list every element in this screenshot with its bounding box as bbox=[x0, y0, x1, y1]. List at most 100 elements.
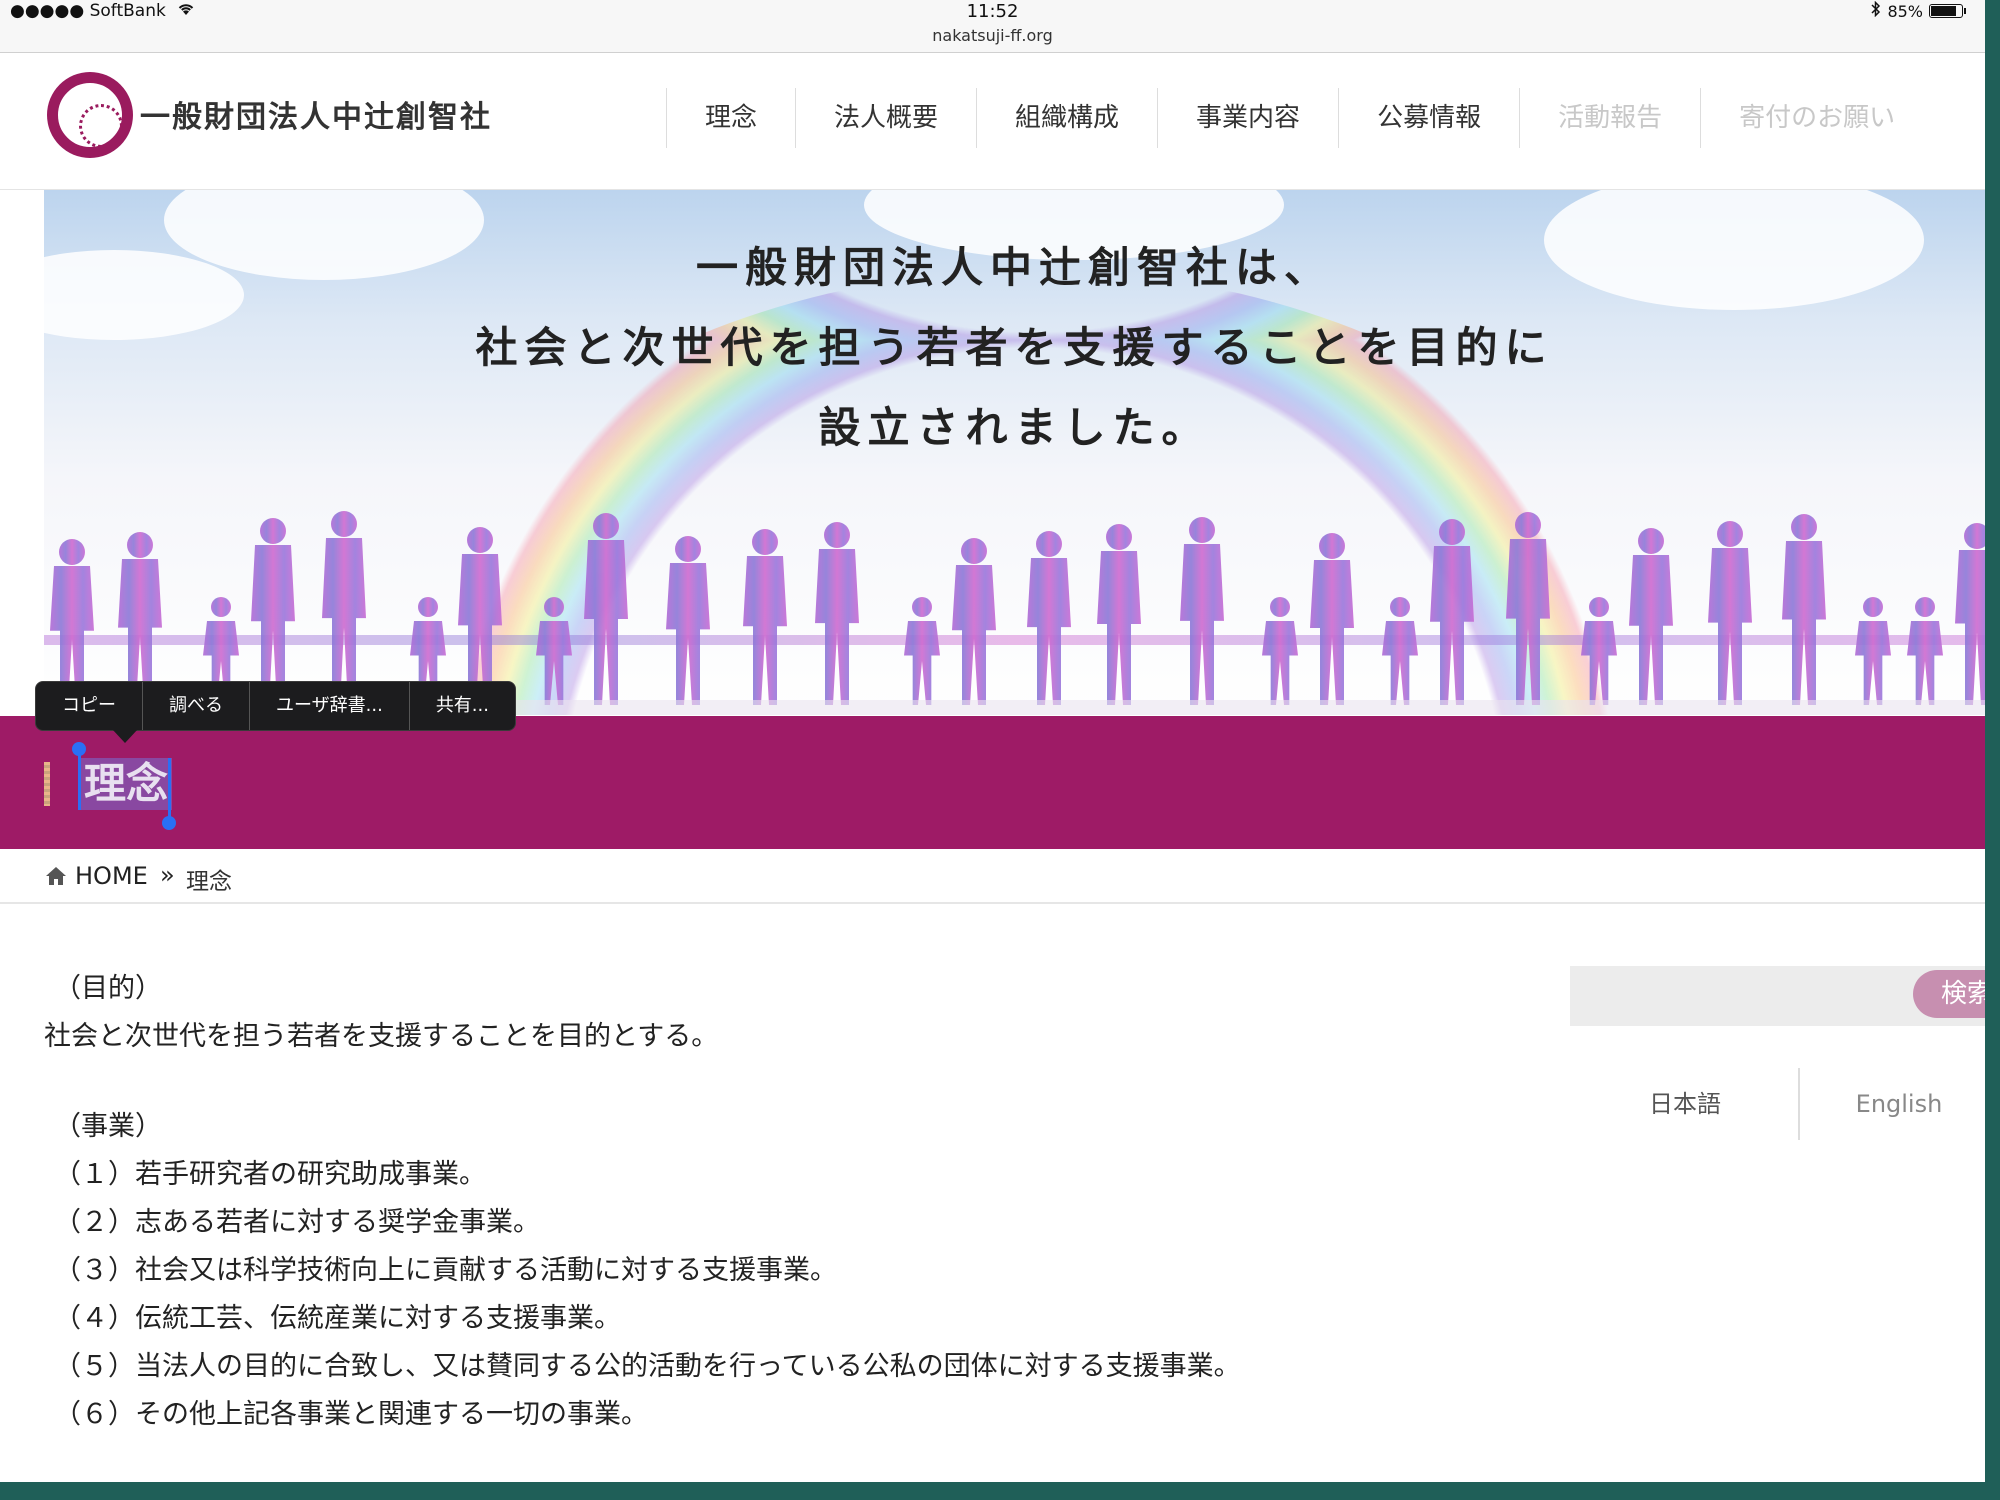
nav-item-philosophy[interactable]: 理念 bbox=[666, 88, 795, 148]
person-silhouette bbox=[1382, 621, 1418, 705]
person-head bbox=[912, 597, 932, 617]
language-japanese-link[interactable]: 日本語 bbox=[1570, 1068, 1800, 1140]
language-english-link[interactable]: English bbox=[1798, 1068, 1985, 1140]
status-bar: ●●●●● SoftBank 11:52 nakatsuji-ff.org 85… bbox=[0, 0, 1985, 53]
person-silhouette bbox=[904, 621, 940, 705]
person-head bbox=[961, 538, 987, 564]
page-title[interactable]: 理念 bbox=[80, 758, 173, 810]
person-silhouette bbox=[1310, 560, 1354, 705]
text-selection-menu: コピー 調べる ユーザ辞書... 共有... bbox=[35, 681, 516, 731]
address-bar-url[interactable]: nakatsuji-ff.org bbox=[0, 26, 1985, 45]
person-head bbox=[1439, 519, 1465, 545]
person-silhouette bbox=[536, 621, 572, 705]
person-silhouette bbox=[1097, 551, 1141, 705]
business-item: （５）当法人の目的に合致し、又は賛同する公的活動を行っている公私の団体に対する支… bbox=[54, 1351, 1241, 1382]
look-up-button[interactable]: 調べる bbox=[143, 682, 250, 730]
user-dictionary-button[interactable]: ユーザ辞書... bbox=[250, 682, 410, 730]
business-item: （２）志ある若者に対する奨学金事業。 bbox=[54, 1207, 540, 1238]
person-silhouette bbox=[322, 538, 366, 705]
main-content: （目的） 社会と次世代を担う若者を支援することを目的とする。 （事業） （１）若… bbox=[44, 965, 1444, 1439]
nav-item-business[interactable]: 事業内容 bbox=[1157, 88, 1338, 148]
purpose-text: 社会と次世代を担う若者を支援することを目的とする。 bbox=[44, 1021, 719, 1052]
person-head bbox=[1106, 524, 1132, 550]
person-head bbox=[1638, 528, 1664, 554]
hero-banner: 一般財団法人中辻創智社は、 社会と次世代を担う若者を支援することを目的に 設立さ… bbox=[44, 190, 1985, 715]
selection-end-handle[interactable] bbox=[168, 758, 171, 820]
person-silhouette bbox=[584, 540, 628, 705]
person-head bbox=[675, 536, 701, 562]
selection-start-dot[interactable] bbox=[72, 742, 86, 756]
business-item: （４）伝統工芸、伝統産業に対する支援事業。 bbox=[54, 1303, 621, 1334]
menu-pointer bbox=[112, 729, 138, 743]
browser-screen: ●●●●● SoftBank 11:52 nakatsuji-ff.org 85… bbox=[0, 0, 1985, 1482]
person-head bbox=[1189, 517, 1215, 543]
person-head bbox=[752, 529, 778, 555]
person-silhouette bbox=[1855, 621, 1891, 705]
clock: 11:52 bbox=[966, 1, 1019, 22]
person-silhouette bbox=[1955, 550, 1985, 705]
person-head bbox=[1589, 597, 1609, 617]
purpose-heading: （目的） bbox=[54, 973, 162, 1004]
battery-fill bbox=[1931, 6, 1956, 16]
search-button[interactable]: 検索 bbox=[1913, 970, 1985, 1018]
business-item: （１）若手研究者の研究助成事業。 bbox=[54, 1159, 486, 1190]
person-silhouette bbox=[1708, 548, 1752, 705]
page-title-band bbox=[0, 716, 1985, 849]
person-silhouette bbox=[1581, 621, 1617, 705]
person-head bbox=[1915, 597, 1935, 617]
person-head bbox=[593, 513, 619, 539]
person-head bbox=[824, 522, 850, 548]
site-header: 一般財団法人中辻創智社 理念 法人概要 組織構成 事業内容 公募情報 活動報告 … bbox=[0, 54, 1985, 190]
person-silhouette bbox=[1506, 539, 1550, 705]
breadcrumb-separator: » bbox=[160, 861, 175, 889]
hero-message: 一般財団法人中辻創智社は、 社会と次世代を担う若者を支援することを目的に 設立さ… bbox=[44, 228, 1985, 468]
person-head bbox=[1791, 514, 1817, 540]
nav-item-donation[interactable]: 寄付のお願い bbox=[1700, 88, 1933, 148]
breadcrumb-home-link[interactable]: HOME bbox=[75, 862, 148, 890]
person-silhouette bbox=[1782, 541, 1826, 705]
person-silhouette bbox=[1629, 555, 1673, 705]
home-icon[interactable] bbox=[45, 866, 67, 886]
selection-end-dot[interactable] bbox=[162, 816, 176, 830]
person-head bbox=[1036, 531, 1062, 557]
business-item: （６）その他上記各事業と関連する一切の事業。 bbox=[54, 1399, 648, 1430]
person-head bbox=[1515, 512, 1541, 538]
person-head bbox=[1270, 597, 1290, 617]
person-silhouette bbox=[815, 549, 859, 705]
status-right: 85% bbox=[1871, 0, 1966, 21]
share-button[interactable]: 共有... bbox=[410, 682, 515, 730]
title-accent-bar bbox=[44, 762, 50, 806]
breadcrumb-current: 理念 bbox=[186, 869, 232, 895]
nav-item-organization[interactable]: 組織構成 bbox=[976, 88, 1157, 148]
person-head bbox=[211, 597, 231, 617]
person-head bbox=[127, 532, 153, 558]
main-nav: 理念 法人概要 組織構成 事業内容 公募情報 活動報告 寄付のお願い bbox=[666, 88, 1933, 148]
person-silhouette bbox=[1907, 621, 1943, 705]
person-head bbox=[1390, 597, 1410, 617]
person-head bbox=[1863, 597, 1883, 617]
nav-item-activity-report[interactable]: 活動報告 bbox=[1519, 88, 1700, 148]
copy-button[interactable]: コピー bbox=[36, 682, 143, 730]
person-head bbox=[418, 597, 438, 617]
person-silhouette bbox=[1430, 546, 1474, 705]
person-head bbox=[260, 518, 286, 544]
breadcrumb: HOME » 理念 bbox=[0, 849, 1985, 904]
person-head bbox=[467, 527, 493, 553]
nav-item-overview[interactable]: 法人概要 bbox=[795, 88, 976, 148]
org-name[interactable]: 一般財団法人中辻創智社 bbox=[140, 92, 492, 136]
person-silhouette bbox=[1180, 544, 1224, 705]
person-silhouette bbox=[743, 556, 787, 705]
person-silhouette bbox=[1262, 621, 1298, 705]
hero-line: 一般財団法人中辻創智社は、 bbox=[695, 243, 1333, 292]
nav-item-recruitment[interactable]: 公募情報 bbox=[1338, 88, 1519, 148]
person-head bbox=[1964, 523, 1985, 549]
person-head bbox=[544, 597, 564, 617]
logo-seal-icon[interactable] bbox=[47, 72, 133, 158]
bluetooth-icon bbox=[1871, 0, 1881, 21]
battery-percent: 85% bbox=[1887, 1, 1923, 21]
selection-start-handle[interactable] bbox=[78, 750, 81, 810]
hero-line: 社会と次世代を担う若者を支援することを目的に bbox=[475, 323, 1554, 372]
battery-icon bbox=[1929, 4, 1966, 18]
hero-line: 設立されました。 bbox=[818, 403, 1211, 452]
